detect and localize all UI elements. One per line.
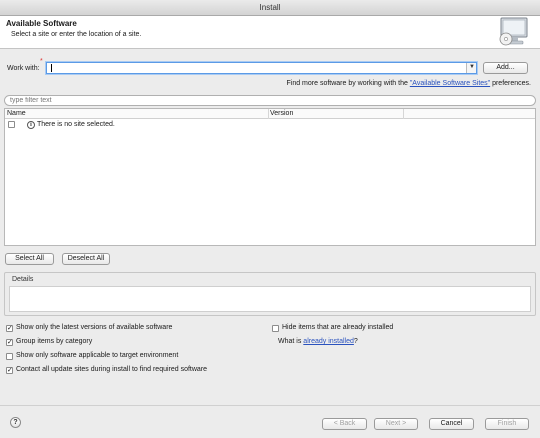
column-header-version[interactable]: Version <box>270 110 293 117</box>
title-bar: Install <box>0 0 540 16</box>
cancel-button[interactable]: Cancel <box>429 418 474 430</box>
row-checkbox[interactable] <box>8 121 15 128</box>
contact-update-sites-checkbox[interactable] <box>6 366 13 374</box>
details-label: Details <box>12 276 34 283</box>
install-dialog: Install Available Software Select a site… <box>0 0 540 438</box>
what-is-prefix: What is <box>278 338 304 345</box>
filter-input[interactable] <box>10 96 510 105</box>
row-text: There is no site selected. <box>37 121 115 128</box>
window-title: Install <box>259 3 281 12</box>
details-text-area[interactable] <box>9 286 531 312</box>
finish-button[interactable]: Finish <box>485 418 529 430</box>
info-icon: i <box>27 121 35 129</box>
group-by-category-checkbox[interactable] <box>6 338 13 346</box>
monitor-cd-icon <box>499 17 528 46</box>
hide-installed-checkbox[interactable] <box>272 325 279 332</box>
what-is-suffix: ? <box>353 338 358 345</box>
select-all-button[interactable]: Select All <box>5 253 54 265</box>
group-by-category-label[interactable]: Group items by category <box>16 338 92 345</box>
chevron-down-icon: ▼ <box>469 64 475 70</box>
latest-versions-label[interactable]: Show only the latest versions of availab… <box>16 324 172 331</box>
column-divider <box>268 109 269 119</box>
latest-versions-checkbox[interactable] <box>6 324 13 332</box>
details-group: Details <box>4 272 536 316</box>
target-environment-label[interactable]: Show only software applicable to target … <box>16 352 178 359</box>
text-caret <box>51 64 52 72</box>
required-marker: * <box>40 58 43 65</box>
filter-field[interactable] <box>4 95 536 106</box>
footer-divider <box>0 405 540 406</box>
next-button[interactable]: Next > <box>374 418 418 430</box>
header-banner: Available Software Select a site or ente… <box>0 16 540 49</box>
target-environment-checkbox[interactable] <box>6 353 13 360</box>
page-subtitle: Select a site or enter the location of a… <box>11 31 142 38</box>
already-installed-link[interactable]: already installed <box>303 338 354 345</box>
help-icon[interactable]: ? <box>10 417 21 428</box>
what-is-installed-text: What is already installed? <box>278 338 358 345</box>
column-divider <box>403 109 404 119</box>
contact-update-sites-label[interactable]: Contact all update sites during install … <box>16 366 207 373</box>
work-with-label: Work with: <box>7 65 40 72</box>
find-more-prefix: Find more software by working with the <box>286 80 410 87</box>
table-row[interactable]: i There is no site selected. <box>5 119 535 131</box>
hide-installed-label[interactable]: Hide items that are already installed <box>282 324 393 331</box>
deselect-all-button[interactable]: Deselect All <box>62 253 110 265</box>
software-table[interactable]: Name Version i There is no site selected… <box>4 108 536 246</box>
find-more-suffix: preferences. <box>490 80 531 87</box>
add-site-button[interactable]: Add... <box>483 62 528 74</box>
work-with-combo[interactable]: ▼ <box>46 62 477 74</box>
table-header: Name Version <box>5 109 535 119</box>
back-button[interactable]: < Back <box>322 418 367 430</box>
page-heading: Available Software <box>6 19 77 28</box>
combo-dropdown-button[interactable]: ▼ <box>466 63 476 73</box>
column-header-name[interactable]: Name <box>7 110 26 117</box>
find-more-text: Find more software by working with the "… <box>286 80 531 87</box>
available-software-sites-link[interactable]: "Available Software Sites" <box>410 80 490 87</box>
